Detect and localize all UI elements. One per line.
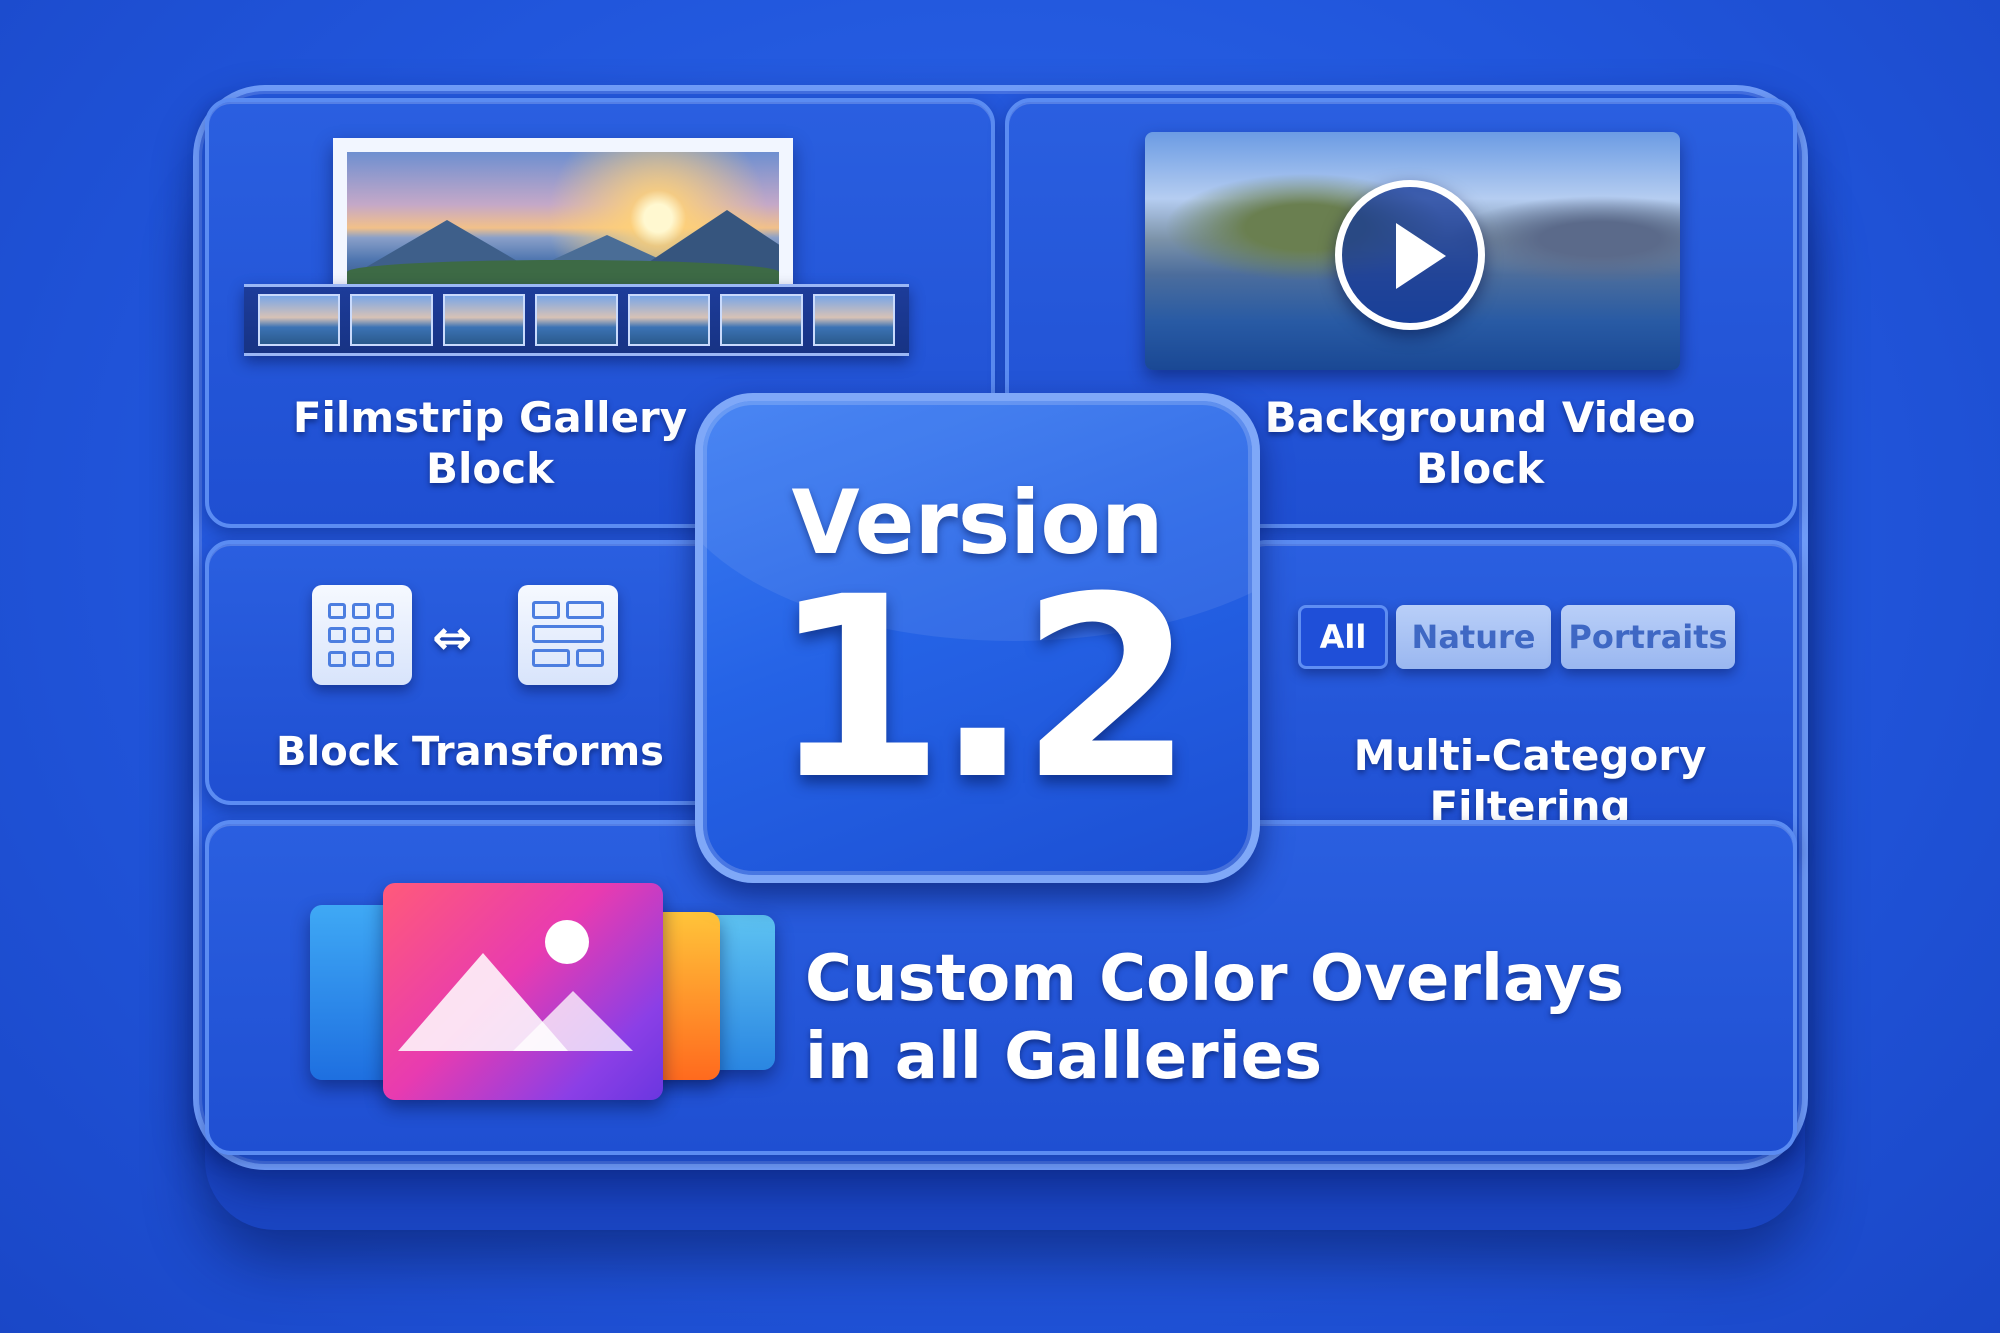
video-label-line1: Background Video bbox=[1264, 393, 1696, 442]
filmstrip-main-photo bbox=[333, 138, 793, 290]
filmstrip-thumbnails bbox=[244, 284, 909, 356]
film-thumbnail[interactable] bbox=[535, 294, 618, 346]
film-thumbnail[interactable] bbox=[720, 294, 803, 346]
version-number: 1.2 bbox=[771, 543, 1194, 834]
filter-pill-nature[interactable]: Nature bbox=[1396, 605, 1551, 669]
filter-pill-portraits[interactable]: Portraits bbox=[1561, 605, 1735, 669]
image-icon bbox=[383, 883, 663, 1100]
transforms-label: Block Transforms bbox=[276, 729, 664, 775]
play-icon[interactable] bbox=[1335, 180, 1485, 330]
film-thumbnail[interactable] bbox=[442, 294, 526, 346]
film-thumbnail[interactable] bbox=[350, 294, 433, 346]
filter-pill-all[interactable]: All bbox=[1298, 605, 1388, 669]
film-thumbnail[interactable] bbox=[627, 294, 711, 346]
filmstrip-label-line2: Block bbox=[425, 444, 555, 494]
overlays-label: Custom Color Overlays in all Galleries bbox=[805, 940, 1705, 1096]
filtering-label: Multi-Category Filtering bbox=[1300, 730, 1760, 832]
film-thumbnail[interactable] bbox=[812, 294, 895, 346]
video-label-line2: Block bbox=[1415, 444, 1545, 494]
overlays-label-line1: Custom Color Overlays bbox=[805, 942, 1624, 1016]
film-thumbnail[interactable] bbox=[258, 294, 341, 346]
filtering-label-line1: Multi-Category bbox=[1353, 731, 1707, 780]
video-label: Background Video Block bbox=[1260, 392, 1700, 494]
swap-arrows-icon: ⇔ bbox=[432, 610, 473, 666]
grid-layout-icon bbox=[312, 585, 412, 685]
filmstrip-label: Filmstrip Gallery Block bbox=[280, 392, 700, 494]
filmstrip-label-line1: Filmstrip Gallery bbox=[292, 393, 688, 442]
version-badge: Version 1.2 bbox=[695, 393, 1260, 883]
rows-layout-icon bbox=[518, 585, 618, 685]
overlays-label-line2: in all Galleries bbox=[805, 1020, 1323, 1095]
